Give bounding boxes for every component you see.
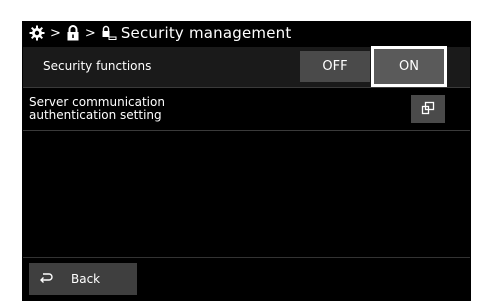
- gear-icon[interactable]: [29, 25, 45, 41]
- server-auth-label-line2: authentication setting: [29, 108, 162, 122]
- footer-bar: Back: [23, 257, 470, 300]
- open-window-icon: [421, 100, 435, 119]
- security-on-button[interactable]: ON: [371, 46, 447, 87]
- lock-icon[interactable]: [66, 25, 80, 41]
- return-arrow-icon: [39, 272, 53, 287]
- server-auth-row: Server communication authentication sett…: [23, 88, 470, 131]
- header-breadcrumb: > > Security management: [23, 22, 470, 44]
- breadcrumb-separator: >: [50, 25, 61, 41]
- server-auth-label: Server communication authentication sett…: [29, 96, 165, 122]
- security-functions-row: Security functions OFF ON: [23, 46, 470, 88]
- security-management-screen: > > Security management Security functio…: [22, 21, 471, 301]
- security-functions-label: Security functions: [43, 59, 152, 73]
- back-button-label: Back: [71, 272, 101, 286]
- server-auth-open-button[interactable]: [411, 95, 445, 123]
- back-button[interactable]: Back: [29, 263, 137, 295]
- breadcrumb-separator: >: [84, 25, 96, 41]
- lock-key-icon: [101, 25, 117, 41]
- page-title: Security management: [120, 24, 292, 42]
- security-off-button[interactable]: OFF: [300, 51, 370, 82]
